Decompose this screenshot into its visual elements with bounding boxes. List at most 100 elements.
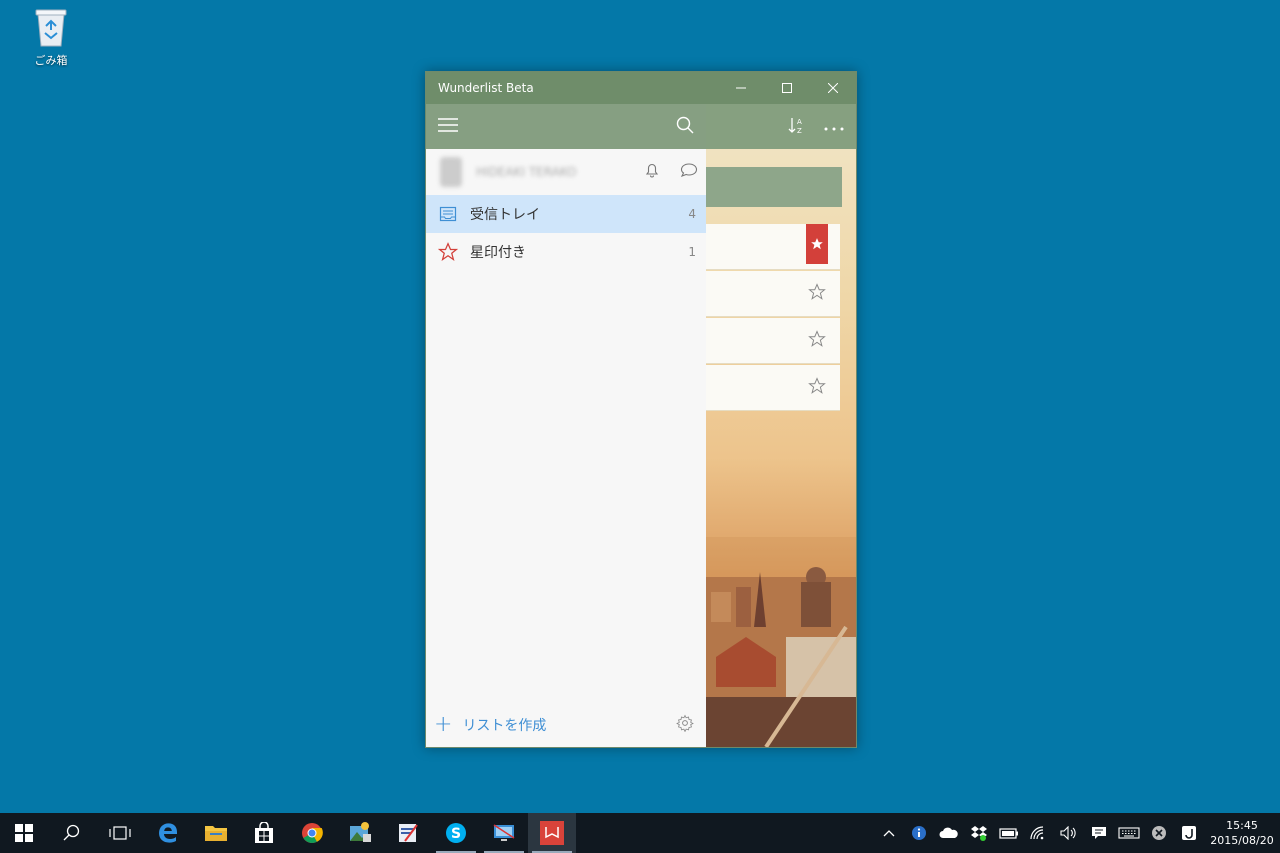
close-circle-icon (1152, 826, 1166, 840)
ime-off-button[interactable] (1144, 813, 1174, 853)
battery-tray-button[interactable] (994, 813, 1024, 853)
settings-button[interactable] (676, 714, 694, 736)
photo-app[interactable] (336, 813, 384, 853)
wunderlist-icon (540, 821, 564, 845)
svg-text:Z: Z (797, 127, 802, 134)
list-item-label: 受信トレイ (470, 207, 540, 223)
system-tray: 15:45 2015/08/20 (874, 813, 1280, 853)
input-mode-icon (1182, 826, 1196, 840)
clock-time: 15:45 (1226, 819, 1258, 832)
create-list-button[interactable]: + リストを作成 (434, 714, 546, 736)
paint-icon (399, 824, 418, 842)
task-row[interactable] (706, 224, 840, 270)
star-icon (438, 242, 458, 262)
search-button[interactable] (676, 116, 694, 138)
taskbar: S 15:45 2015/08/20 (0, 813, 1280, 853)
sort-icon: A Z (788, 117, 802, 135)
recycle-bin-icon (34, 6, 68, 48)
gear-icon (676, 714, 694, 733)
list-item-starred[interactable]: 星印付き 1 (426, 233, 706, 271)
task-view-button[interactable] (96, 813, 144, 853)
hamburger-menu-button[interactable] (438, 117, 458, 136)
close-button[interactable] (810, 72, 856, 104)
maximize-icon (782, 83, 792, 93)
sort-button[interactable]: A Z (788, 116, 806, 138)
close-icon (828, 83, 838, 93)
wunderlist-app[interactable] (528, 813, 576, 853)
wifi-tray-button[interactable] (1024, 813, 1054, 853)
bell-icon (645, 163, 659, 178)
edge-app[interactable] (144, 813, 192, 853)
chevron-up-icon (883, 830, 895, 837)
task-content-area: A Z (706, 104, 856, 747)
star-outline-icon[interactable] (808, 330, 826, 352)
list-item-count: 1 (688, 245, 696, 259)
more-icon (824, 127, 844, 131)
search-button[interactable] (48, 813, 96, 853)
svg-text:S: S (451, 826, 461, 842)
search-icon (676, 116, 694, 133)
onedrive-tray-button[interactable] (934, 813, 964, 853)
clock-date: 2015/08/20 (1210, 834, 1274, 847)
sidebar-footer: + リストを作成 (426, 703, 706, 747)
keyboard-icon (1118, 827, 1140, 839)
search-icon (63, 824, 80, 841)
conversations-button[interactable] (680, 162, 698, 182)
photo-gallery-icon (350, 822, 371, 842)
task-row[interactable] (706, 271, 840, 317)
plus-icon: + (434, 712, 453, 737)
inbox-icon (438, 204, 458, 224)
speech-bubble-icon (680, 163, 698, 177)
show-hidden-icons-button[interactable] (874, 813, 904, 853)
skype-icon: S (446, 823, 466, 843)
svg-text:A: A (797, 118, 802, 126)
info-icon (912, 826, 926, 840)
content-toolbar: A Z (706, 104, 856, 149)
list-item-inbox[interactable]: 受信トレイ 4 (426, 195, 706, 233)
notifications-button[interactable] (644, 162, 660, 182)
wifi-icon (1030, 826, 1044, 840)
avatar[interactable] (440, 157, 462, 187)
paint-app[interactable] (384, 813, 432, 853)
clock[interactable]: 15:45 2015/08/20 (1204, 818, 1280, 848)
remote-desktop-app[interactable] (480, 813, 528, 853)
starred-bookmark-icon[interactable] (806, 224, 828, 264)
edge-icon (159, 823, 177, 843)
volume-tray-button[interactable] (1054, 813, 1084, 853)
folder-icon (205, 826, 227, 841)
recycle-bin-shortcut[interactable]: ごみ箱 (24, 6, 78, 68)
action-center-button[interactable] (1084, 813, 1114, 853)
task-row[interactable] (706, 318, 840, 364)
user-name: HIDEAKI TERAKO (476, 165, 577, 179)
chrome-app[interactable] (288, 813, 336, 853)
file-explorer-app[interactable] (192, 813, 240, 853)
list-item-count: 4 (688, 207, 696, 221)
ime-mode-button[interactable] (1174, 813, 1204, 853)
message-icon (1092, 827, 1106, 839)
touch-keyboard-button[interactable] (1114, 813, 1144, 853)
store-bag-icon (255, 822, 273, 843)
star-outline-icon[interactable] (808, 377, 826, 399)
task-row[interactable] (706, 365, 840, 411)
add-task-bar[interactable] (706, 167, 842, 207)
task-view-icon (109, 826, 131, 840)
wunderlist-window: Wunderlist Beta A Z HIDEAKI TERAKO 受信トレイ… (425, 71, 857, 748)
speaker-icon (1060, 826, 1076, 840)
user-account-row[interactable]: HIDEAKI TERAKO (426, 149, 706, 195)
minimize-button[interactable] (718, 72, 764, 104)
battery-icon (999, 828, 1018, 839)
city-background-image (706, 537, 856, 747)
star-outline-icon[interactable] (808, 283, 826, 305)
skype-app[interactable]: S (432, 813, 480, 853)
start-button[interactable] (0, 813, 48, 853)
sidebar-header (426, 104, 706, 149)
minimize-icon (736, 87, 746, 89)
cloud-icon (939, 827, 958, 838)
maximize-button[interactable] (764, 72, 810, 104)
title-bar[interactable]: Wunderlist Beta (426, 72, 856, 104)
info-tray-button[interactable] (904, 813, 934, 853)
more-options-button[interactable] (824, 117, 844, 136)
recycle-bin-label: ごみ箱 (34, 54, 68, 67)
dropbox-tray-button[interactable] (964, 813, 994, 853)
store-app[interactable] (240, 813, 288, 853)
